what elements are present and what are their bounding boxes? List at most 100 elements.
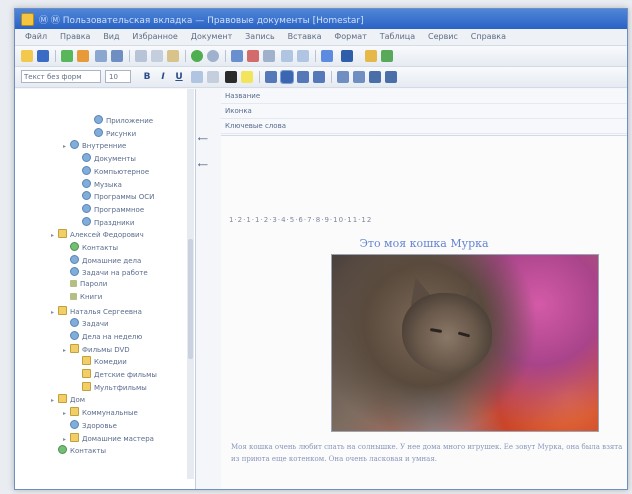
expander-icon[interactable]: ▸ <box>51 232 56 239</box>
copy-icon[interactable] <box>151 50 163 62</box>
tree-item[interactable]: Документы <box>75 153 136 163</box>
tree-item[interactable]: ▸ Алексей Федорович <box>51 229 144 239</box>
expander-icon[interactable]: ▸ <box>51 397 56 404</box>
prop-title[interactable]: Название <box>221 89 627 104</box>
font-size-select[interactable]: 10 <box>105 70 131 83</box>
expander-icon[interactable]: ▸ <box>63 410 68 417</box>
link-icon[interactable] <box>263 50 275 62</box>
menu-table[interactable]: Таблица <box>380 32 415 41</box>
expander-icon[interactable]: ▸ <box>51 309 56 316</box>
preview-icon[interactable] <box>111 50 123 62</box>
add-icon[interactable] <box>61 50 73 62</box>
navigate-icon[interactable] <box>321 50 333 62</box>
document-editor[interactable]: 1·2·1·1·2·3·4·5·6·7·8·9·10·11·12 Это моя… <box>221 136 627 489</box>
prop-icon[interactable]: Иконка <box>221 104 627 119</box>
menu-file[interactable]: Файл <box>25 32 47 41</box>
paste-icon[interactable] <box>167 50 179 62</box>
tree-item[interactable]: Задачи <box>63 318 109 328</box>
tree-item[interactable]: Дела на неделю <box>63 330 142 341</box>
tree-item[interactable]: Программное <box>75 203 144 214</box>
tree-scrollbar[interactable] <box>187 89 194 479</box>
align-justify-icon[interactable] <box>313 71 325 83</box>
bullet-list-icon[interactable] <box>337 71 349 83</box>
tree-item[interactable]: Контакты <box>51 445 106 455</box>
italic-button[interactable]: I <box>157 71 169 83</box>
tree-item[interactable]: ▸ Фильмы DVD <box>63 343 130 354</box>
menu-edit[interactable]: Правка <box>60 32 90 41</box>
tree-item[interactable]: Детские фильмы <box>75 369 157 379</box>
strike-icon[interactable] <box>191 71 203 83</box>
folder-icon <box>82 369 91 378</box>
menu-format[interactable]: Формат <box>334 32 366 41</box>
tree-item[interactable]: Мультфильмы <box>75 381 147 392</box>
search-icon[interactable] <box>231 50 243 62</box>
menu-view[interactable]: Вид <box>103 32 119 41</box>
tree-item[interactable]: Задачи на работе <box>63 267 148 277</box>
print-icon[interactable] <box>95 50 107 62</box>
tree-item[interactable]: Праздники <box>75 216 134 227</box>
save-icon[interactable] <box>37 50 49 62</box>
tree-item[interactable]: Здоровье <box>63 419 117 430</box>
table-icon[interactable] <box>341 50 353 62</box>
cut-icon[interactable] <box>135 50 147 62</box>
font-color-icon[interactable] <box>225 71 237 83</box>
check-icon[interactable] <box>281 50 293 62</box>
tree-item[interactable]: Рисунки <box>87 127 136 138</box>
expander-icon[interactable]: ▸ <box>63 143 68 150</box>
tree-item-label: Здоровье <box>82 421 117 430</box>
tree-item[interactable]: Музыка <box>75 178 122 189</box>
numbered-list-icon[interactable] <box>353 71 365 83</box>
tree-item[interactable]: ▸ Домашние мастера <box>63 432 154 443</box>
arrow-icon: ⟵ <box>198 161 209 169</box>
tree-item[interactable]: ▸ Коммунальные <box>63 407 138 417</box>
folder-icon <box>58 394 67 404</box>
menu-favorites[interactable]: Избранное <box>132 32 177 41</box>
tree-item[interactable]: ▸ Внутренние <box>63 140 126 150</box>
star-icon[interactable] <box>365 50 377 62</box>
menu-insert[interactable]: Вставка <box>288 32 322 41</box>
document-paragraph[interactable]: Моя кошка очень любит спать на солнышке.… <box>231 441 623 465</box>
document-heading[interactable]: Это моя кошка Мурка <box>221 237 627 250</box>
refresh-icon[interactable] <box>207 50 219 62</box>
expander-icon[interactable]: ▸ <box>63 347 68 354</box>
underline-button[interactable]: U <box>173 71 185 83</box>
menu-tools[interactable]: Сервис <box>428 32 458 41</box>
tree-item[interactable]: Книги <box>63 292 102 301</box>
attach-icon[interactable] <box>77 50 89 62</box>
go-icon[interactable] <box>191 50 203 62</box>
menu-help[interactable]: Справка <box>471 32 506 41</box>
menu-document[interactable]: Документ <box>191 32 233 41</box>
new-document-icon[interactable] <box>21 50 33 62</box>
tree-item-label: Домашние мастера <box>82 434 154 443</box>
menu-record[interactable]: Запись <box>245 32 275 41</box>
align-center-icon[interactable] <box>280 70 294 84</box>
tree-item[interactable]: Домашние дела <box>63 254 141 265</box>
outdent-icon[interactable] <box>385 71 397 83</box>
tree-item[interactable]: ▸ Дом <box>51 394 85 404</box>
bookmark-icon[interactable] <box>247 50 259 62</box>
tree-item[interactable]: Программы ОСИ <box>75 191 154 201</box>
expander-icon[interactable]: ▸ <box>63 436 68 443</box>
tree-item[interactable]: Пароли <box>63 280 107 288</box>
tree-item[interactable]: Контакты <box>63 242 118 252</box>
app-window: Ⓜ Ⓜ Пользовательская вкладка — Правовые … <box>14 8 628 490</box>
tool-icon[interactable] <box>381 50 393 62</box>
align-right-icon[interactable] <box>297 71 309 83</box>
bold-button[interactable]: B <box>141 71 153 83</box>
tree-item-label: Коммунальные <box>82 409 138 418</box>
cat-photo[interactable] <box>331 254 599 432</box>
indent-icon[interactable] <box>369 71 381 83</box>
prop-keywords[interactable]: Ключевые слова <box>221 119 627 134</box>
scrollbar-thumb[interactable] <box>188 239 193 359</box>
tree-item[interactable]: ▸ Наталья Сергеевна <box>51 305 142 316</box>
highlight-icon[interactable] <box>241 71 253 83</box>
window-title: Ⓜ Ⓜ Пользовательская вкладка — Правовые … <box>39 16 364 26</box>
splitter[interactable]: ⟵ ⟵ <box>196 89 221 489</box>
tree-item[interactable]: Компьютерное <box>75 165 149 176</box>
superscript-icon[interactable] <box>207 71 219 83</box>
align-left-icon[interactable] <box>265 71 277 83</box>
tree-item[interactable]: Комедии <box>75 356 127 366</box>
tree-item[interactable]: Приложение <box>87 115 153 125</box>
undo-icon[interactable] <box>297 50 309 62</box>
style-select[interactable]: Текст без форм <box>21 70 101 83</box>
